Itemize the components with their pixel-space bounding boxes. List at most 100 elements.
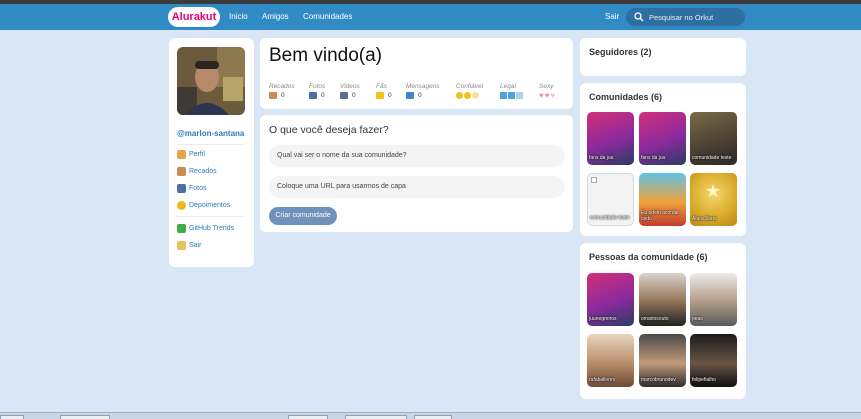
nav-link-comunidades[interactable]: Comunidades (303, 12, 352, 21)
alurakut-logo[interactable]: Alurakut (168, 7, 220, 27)
followers-title: Seguidores (2) (589, 47, 652, 57)
sidebar-item-perfil[interactable]: Perfil (177, 150, 205, 159)
sidebar-item-label: Fotos (189, 185, 207, 192)
sidebar-item-label: GitHub Trends (189, 225, 235, 232)
user-icon (177, 150, 186, 159)
person-tile[interactable]: omariosouto (639, 273, 686, 326)
rating-label-sexy: Sexy (539, 83, 554, 90)
rating-label-legal: Legal (500, 83, 516, 90)
video-icon (340, 92, 348, 99)
sidebar-item-label: Depoimentos (189, 202, 231, 209)
community-url-input[interactable]: Coloque uma URL para usarmos de capa (269, 176, 565, 198)
ice-cube-icon (500, 92, 523, 99)
person-tile[interactable]: peas (690, 273, 737, 326)
stat-value: 0 (418, 92, 422, 99)
stat-fotos: 0 (309, 92, 325, 99)
create-community-card: O que você deseja fazer? Qual vai ser o … (260, 115, 573, 232)
sidebar-divider (177, 144, 245, 145)
rating-label-confiavel: Confiável (456, 83, 484, 90)
stat-label-mensagens: Mensagens (406, 83, 440, 90)
os-taskbar (0, 412, 861, 419)
person-tile-label: omariosouto (641, 316, 669, 322)
sidebar-item-label: Sair (189, 242, 202, 249)
community-tile[interactable]: fans da juu (587, 112, 634, 165)
stat-label-videos: Videos (340, 83, 360, 90)
heart-icon: ♥ ♥ ♥ (539, 91, 556, 100)
sidebar-item-sair[interactable]: Sair (177, 241, 201, 250)
exit-icon (177, 241, 186, 250)
person-tile[interactable]: rafaballerini (587, 334, 634, 387)
stat-label-recados: Recados (269, 83, 295, 90)
plus-icon (177, 224, 186, 233)
smiley-icon (456, 92, 479, 99)
sidebar-item-recados[interactable]: Recados (177, 167, 217, 176)
book-icon (269, 92, 277, 99)
people-box: Pessoas da comunidade (6) juunegreiros o… (580, 243, 746, 399)
mail-icon (406, 92, 414, 99)
taskbar-item[interactable] (60, 415, 110, 419)
sidebar-item-depoimentos[interactable]: Depoimentos (177, 201, 230, 210)
nav-link-amigos[interactable]: Amigos (262, 12, 289, 21)
community-tile-label: comunidade teste (590, 215, 630, 221)
taskbar-item[interactable] (288, 415, 328, 419)
stat-value: 0 (281, 92, 285, 99)
profile-sidebar: @marlon-santana Perfil Recados Fotos Dep… (169, 38, 254, 267)
sidebar-divider (177, 216, 245, 217)
sun-icon (177, 201, 186, 210)
nav-link-inicio[interactable]: Inicio (229, 12, 248, 21)
sidebar-item-fotos[interactable]: Fotos (177, 184, 207, 193)
rating-legal (500, 92, 523, 99)
person-tile-label: marcobrunodev (641, 377, 676, 383)
community-tile-label: fans da juu (589, 155, 614, 161)
search-placeholder: Pesquisar no Orkut (649, 13, 714, 22)
communities-box: Comunidades (6) fans da juu fans da juu … (580, 83, 746, 236)
stat-recados: 0 (269, 92, 285, 99)
community-tile[interactable]: fans da juu (639, 112, 686, 165)
star-icon: ★ (705, 181, 722, 201)
stat-videos: 0 (340, 92, 356, 99)
person-tile[interactable]: felipefialho (690, 334, 737, 387)
welcome-card: Bem vindo(a) Recados 0 Fotos 0 Videos 0 … (260, 38, 573, 109)
form-title: O que você deseja fazer? (269, 124, 389, 136)
camera-icon (309, 92, 317, 99)
community-tile-label: comunidade teste (692, 155, 732, 161)
stat-label-fas: Fãs (376, 83, 387, 90)
community-tile[interactable]: ★ Alura Stars (690, 173, 737, 226)
profile-username[interactable]: @marlon-santana (177, 129, 244, 138)
communities-title: Comunidades (6) (589, 92, 663, 102)
sidebar-item-label: Perfil (189, 151, 205, 158)
rating-confiavel (456, 92, 479, 99)
community-tile[interactable]: comunidade teste (587, 173, 634, 226)
community-tile-label: Alura Stars (692, 216, 717, 222)
sidebar-item-github-trends[interactable]: GitHub Trends (177, 224, 234, 233)
rating-sexy: ♥ ♥ ♥ (539, 91, 556, 100)
community-name-input[interactable]: Qual vai ser o nome da sua comunidade? (269, 145, 565, 167)
community-tile-label: fans da juu (641, 155, 666, 161)
sidebar-item-label: Recados (189, 168, 217, 175)
search-icon (634, 12, 644, 22)
stat-fas: 0 (376, 92, 392, 99)
create-community-button[interactable]: Criar comunidade (269, 207, 337, 225)
taskbar-item[interactable] (345, 415, 407, 419)
star-icon (376, 92, 384, 99)
followers-box: Seguidores (2) (580, 38, 746, 76)
taskbar-item[interactable] (414, 415, 452, 419)
stat-label-fotos: Fotos (309, 83, 326, 90)
profile-avatar[interactable] (177, 47, 245, 115)
people-title: Pessoas da comunidade (6) (589, 252, 708, 262)
person-tile[interactable]: juunegreiros (587, 273, 634, 326)
person-tile-label: felipefialho (692, 377, 716, 383)
stat-value: 0 (352, 92, 356, 99)
community-tile-label: Eu odeio acordar cedo (641, 210, 680, 222)
taskbar-item[interactable] (0, 415, 24, 419)
welcome-title: Bem vindo(a) (269, 45, 382, 66)
stat-value: 0 (321, 92, 325, 99)
search-input[interactable]: Pesquisar no Orkut (626, 8, 745, 26)
community-tile[interactable]: comunidade teste (690, 112, 737, 165)
camera-icon (177, 184, 186, 193)
person-tile[interactable]: marcobrunodev (639, 334, 686, 387)
person-tile-label: peas (692, 316, 703, 322)
book-icon (177, 167, 186, 176)
logout-link[interactable]: Sair (605, 12, 619, 21)
community-tile[interactable]: Eu odeio acordar cedo (639, 173, 686, 226)
